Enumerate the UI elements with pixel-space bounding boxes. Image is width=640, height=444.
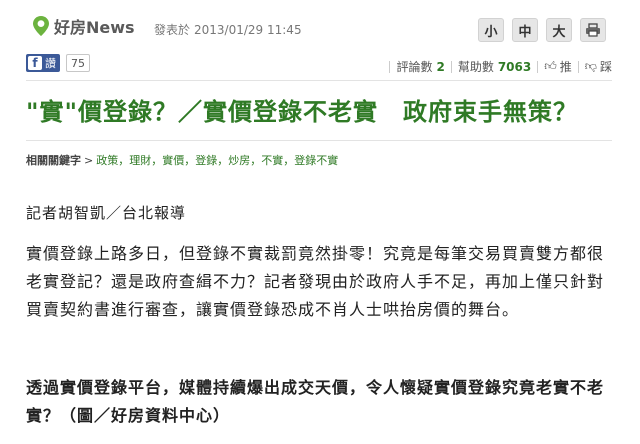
site-logo[interactable]: 好房News [32, 14, 135, 38]
stats-divider [577, 60, 579, 73]
recommend-button[interactable]: 推 [560, 58, 572, 75]
comments-count: 2 [436, 59, 445, 74]
comments-label[interactable]: 評論數 [396, 58, 432, 75]
facebook-like-count: 75 [66, 54, 90, 72]
thumbs-down-icon: 👎︎ [584, 59, 597, 73]
publish-datetime: 2013/01/29 11:45 [194, 23, 302, 37]
keywords-arrow: > [84, 154, 94, 167]
helps-label: 幫助數 [457, 60, 494, 74]
article-byline: 記者胡智凱／台北報導 [26, 204, 187, 222]
related-keywords: 相關關鍵字 > 政策，理財，實價，登錄，炒房，不實，登錄不實 [26, 152, 338, 168]
thumbs-up-icon: 👍︎ [544, 59, 557, 73]
keywords-label: 相關關鍵字 [26, 154, 81, 167]
stats-divider [389, 60, 391, 73]
helps-count: 7063 [497, 59, 532, 74]
disapprove-button[interactable]: 踩 [600, 58, 612, 75]
location-pin-icon [33, 16, 49, 36]
printer-icon [586, 23, 600, 37]
image-caption: 透過實價登錄平台，媒體持續爆出成交天價，令人懷疑實價登錄究竟老實不老實？（圖／好… [26, 378, 605, 425]
article-stats: 評論數 2 幫助數 7063 👍︎ 推 👎︎ 踩 [383, 58, 612, 75]
stats-divider [537, 60, 539, 73]
article-headline: "實"價登錄？／實價登錄不老實 政府束手無策？ [26, 98, 579, 126]
publish-info: 發表於 2013/01/29 11:45 [154, 21, 306, 38]
brand-name: 好房News [54, 18, 135, 37]
header-divider [26, 80, 612, 81]
keywords-list[interactable]: 政策，理財，實價，登錄，炒房，不實，登錄不實 [96, 154, 338, 167]
font-medium-button[interactable]: 中 [512, 18, 538, 42]
headline-divider [26, 140, 612, 141]
article-paragraph: 實價登錄上路多日，但登錄不實裁罰竟然掛零！究竟是每筆交易買賣雙方都很老實登記？還… [26, 244, 605, 319]
article-header: 好房News 發表於 2013/01/29 11:45 小 中 大 [0, 0, 640, 48]
stats-divider [450, 60, 452, 73]
facebook-icon: f [28, 56, 42, 70]
font-size-toolbar: 小 中 大 [478, 18, 606, 42]
facebook-like: f 讚 75 [26, 54, 90, 72]
facebook-like-label: 讚 [45, 57, 56, 70]
font-large-button[interactable]: 大 [546, 18, 572, 42]
font-small-button[interactable]: 小 [478, 18, 504, 42]
facebook-like-button[interactable]: f 讚 [26, 54, 60, 72]
publish-label: 發表於 [154, 23, 191, 37]
print-button[interactable] [580, 18, 606, 42]
